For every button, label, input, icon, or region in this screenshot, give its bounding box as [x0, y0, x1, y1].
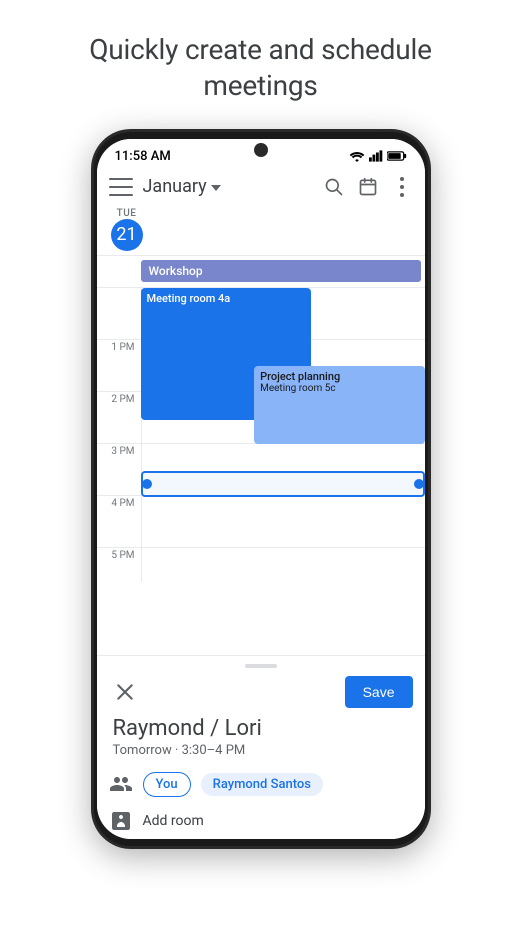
new-event-slot[interactable] [141, 471, 425, 497]
bottom-sheet-handle [245, 664, 277, 668]
calendar-view-button[interactable] [357, 176, 379, 198]
phone-camera [254, 143, 268, 157]
day-header: TUE 21 [97, 204, 425, 256]
hero-title: Quickly create and schedule meetings [0, 0, 521, 129]
attendee-you-chip[interactable]: You [143, 772, 191, 797]
phone-screen: 11:58 AM [97, 139, 425, 839]
workshop-event[interactable]: Workshop [141, 260, 421, 282]
battery-icon [387, 150, 407, 162]
time-label-noon [97, 288, 141, 290]
month-label: January [143, 176, 207, 197]
meeting-room-event-title: Meeting room 4a [147, 292, 305, 305]
phone-mockup: 11:58 AM [91, 129, 431, 849]
app-bar-actions [323, 176, 413, 198]
day-label: TUE [111, 208, 143, 219]
chevron-down-icon [211, 185, 221, 191]
time-grid: 1 PM 2 PM 3 PM 4 PM [97, 288, 425, 582]
status-icons [349, 150, 407, 162]
app-bar: January [97, 170, 425, 204]
hamburger-menu-button[interactable] [109, 178, 133, 196]
wifi-icon [349, 150, 365, 162]
search-button[interactable] [323, 176, 345, 198]
bottom-sheet-toolbar: Save [97, 672, 425, 712]
close-button[interactable] [109, 676, 141, 708]
attendee-raymond-chip[interactable]: Raymond Santos [201, 773, 323, 796]
attendees-icon [109, 772, 133, 796]
status-time: 11:58 AM [115, 149, 171, 164]
project-planning-subtitle: Meeting room 5c [260, 383, 418, 394]
save-button[interactable]: Save [345, 676, 413, 708]
room-icon [109, 809, 133, 833]
more-options-button[interactable] [391, 176, 413, 198]
signal-icon [369, 150, 383, 162]
event-time: Tomorrow · 3:30–4 PM [113, 743, 246, 758]
event-title: Raymond / Lori [113, 716, 409, 741]
page-background: Quickly create and schedule meetings 11:… [0, 0, 521, 926]
all-day-section: Workshop [97, 256, 425, 288]
project-planning-title: Project planning [260, 370, 418, 383]
bottom-sheet: Save Raymond / Lori Tomorrow · 3:30–4 PM… [97, 655, 425, 839]
events-container: Meeting room 4a Project planning Meeting… [141, 288, 425, 582]
time-label-1pm: 1 PM [97, 340, 141, 353]
event-end-handle[interactable] [414, 479, 424, 489]
room-row: Add room [97, 803, 425, 839]
attendees-row: You Raymond Santos [97, 766, 425, 803]
event-time-row: Tomorrow · 3:30–4 PM [97, 743, 425, 766]
time-label-4pm: 4 PM [97, 496, 141, 509]
project-planning-event[interactable]: Project planning Meeting room 5c [254, 366, 424, 444]
month-selector[interactable]: January [143, 176, 323, 197]
time-label-5pm: 5 PM [97, 548, 141, 561]
time-label-3pm: 3 PM [97, 444, 141, 457]
day-number: 21 [111, 219, 143, 251]
add-room-label[interactable]: Add room [143, 813, 204, 829]
event-title-row: Raymond / Lori [97, 712, 425, 743]
event-start-handle[interactable] [142, 479, 152, 489]
calendar-content: TUE 21 Workshop 1 [97, 204, 425, 655]
time-label-2pm: 2 PM [97, 392, 141, 405]
